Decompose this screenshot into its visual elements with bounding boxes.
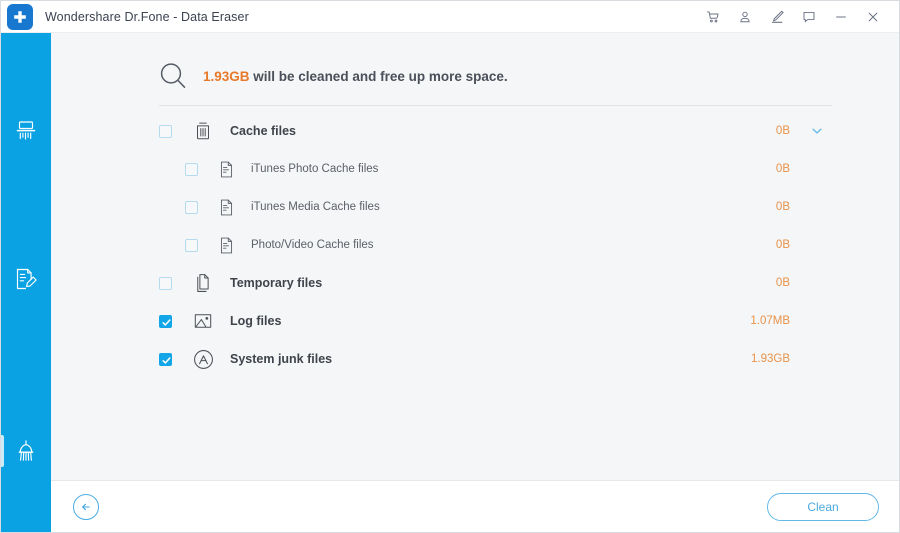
cleanup-category-list: Cache files 0B iTunes Photo Cache files … bbox=[51, 106, 899, 480]
scan-summary-text: 1.93GB will be cleaned and free up more … bbox=[203, 69, 508, 84]
file-lines-icon bbox=[216, 159, 236, 179]
row-itunes-media-cache-files[interactable]: iTunes Media Cache files 0B bbox=[51, 188, 899, 226]
magnifier-icon bbox=[157, 60, 189, 92]
sidebar bbox=[1, 33, 51, 532]
label-system-junk-files: System junk files bbox=[230, 352, 333, 366]
size-temporary-files: 0B bbox=[775, 277, 790, 289]
checkbox-temporary-files[interactable] bbox=[159, 276, 172, 290]
edit-icon[interactable] bbox=[761, 3, 793, 31]
cleanable-amount: 1.93GB bbox=[203, 68, 250, 84]
size-system-junk-files: 1.93GB bbox=[751, 353, 790, 365]
document-pencil-icon bbox=[12, 265, 40, 293]
footer-bar: Clean bbox=[51, 480, 899, 532]
data-eraser-window: Wondershare Dr.Fone - Data Eraser 1.93GB… bbox=[0, 0, 900, 533]
label-cache-files: Cache files bbox=[230, 124, 297, 138]
row-system-junk-files[interactable]: System junk files 1.93GB bbox=[51, 340, 899, 378]
size-itunes-photo-cache-files: 0B bbox=[775, 163, 790, 175]
file-lines-icon bbox=[216, 235, 236, 255]
appstore-circle-a-icon bbox=[191, 347, 215, 371]
photo-icon bbox=[191, 309, 215, 333]
pages-icon bbox=[191, 271, 215, 295]
checkbox-itunes-photo-cache-files[interactable] bbox=[185, 162, 198, 176]
size-cache-files: 0B bbox=[775, 125, 790, 137]
scan-summary-header: 1.93GB will be cleaned and free up more … bbox=[51, 33, 899, 95]
account-icon[interactable] bbox=[729, 3, 761, 31]
row-temporary-files[interactable]: Temporary files 0B bbox=[51, 264, 899, 302]
label-itunes-photo-cache-files: iTunes Photo Cache files bbox=[251, 163, 379, 175]
checkbox-itunes-media-cache-files[interactable] bbox=[185, 200, 198, 214]
dr-fone-plus-logo-icon bbox=[7, 3, 33, 30]
label-log-files: Log files bbox=[230, 314, 282, 328]
cleanable-message: will be cleaned and free up more space. bbox=[249, 68, 508, 84]
row-itunes-photo-cache-files[interactable]: iTunes Photo Cache files 0B bbox=[51, 150, 899, 188]
file-lines-icon bbox=[216, 197, 236, 217]
window-body: 1.93GB will be cleaned and free up more … bbox=[1, 33, 899, 532]
label-itunes-media-cache-files: iTunes Media Cache files bbox=[251, 201, 380, 213]
back-button[interactable] bbox=[73, 493, 99, 520]
minimize-icon[interactable] bbox=[825, 3, 857, 31]
arrow-left-circle-icon bbox=[79, 500, 93, 514]
window-controls bbox=[697, 3, 899, 31]
feedback-icon[interactable] bbox=[793, 3, 825, 31]
sidebar-item-free-up-space[interactable] bbox=[1, 423, 51, 479]
trash-icon bbox=[191, 119, 215, 143]
content-area: 1.93GB will be cleaned and free up more … bbox=[51, 33, 899, 532]
size-photo-video-cache-files: 0B bbox=[775, 239, 790, 251]
label-photo-video-cache-files: Photo/Video Cache files bbox=[251, 239, 374, 251]
row-log-files[interactable]: Log files 1.07MB bbox=[51, 302, 899, 340]
title-bar: Wondershare Dr.Fone - Data Eraser bbox=[1, 1, 899, 33]
chevron-down-icon[interactable] bbox=[802, 124, 832, 138]
cart-icon[interactable] bbox=[697, 3, 729, 31]
row-cache-files[interactable]: Cache files 0B bbox=[51, 112, 899, 150]
window-title: Wondershare Dr.Fone - Data Eraser bbox=[45, 9, 249, 24]
clean-button[interactable]: Clean bbox=[767, 492, 879, 521]
close-icon[interactable] bbox=[857, 3, 889, 31]
shredder-icon bbox=[12, 117, 40, 145]
checkbox-photo-video-cache-files[interactable] bbox=[185, 238, 198, 252]
sidebar-item-erase-private-data[interactable] bbox=[1, 251, 51, 307]
broom-icon bbox=[12, 437, 40, 465]
checkbox-log-files[interactable] bbox=[159, 314, 172, 328]
checkbox-cache-files[interactable] bbox=[159, 124, 172, 138]
size-log-files: 1.07MB bbox=[750, 315, 790, 327]
label-temporary-files: Temporary files bbox=[230, 276, 323, 290]
checkbox-system-junk-files[interactable] bbox=[159, 352, 172, 366]
row-photo-video-cache-files[interactable]: Photo/Video Cache files 0B bbox=[51, 226, 899, 264]
sidebar-item-erase-all-data[interactable] bbox=[1, 103, 51, 159]
size-itunes-media-cache-files: 0B bbox=[775, 201, 790, 213]
